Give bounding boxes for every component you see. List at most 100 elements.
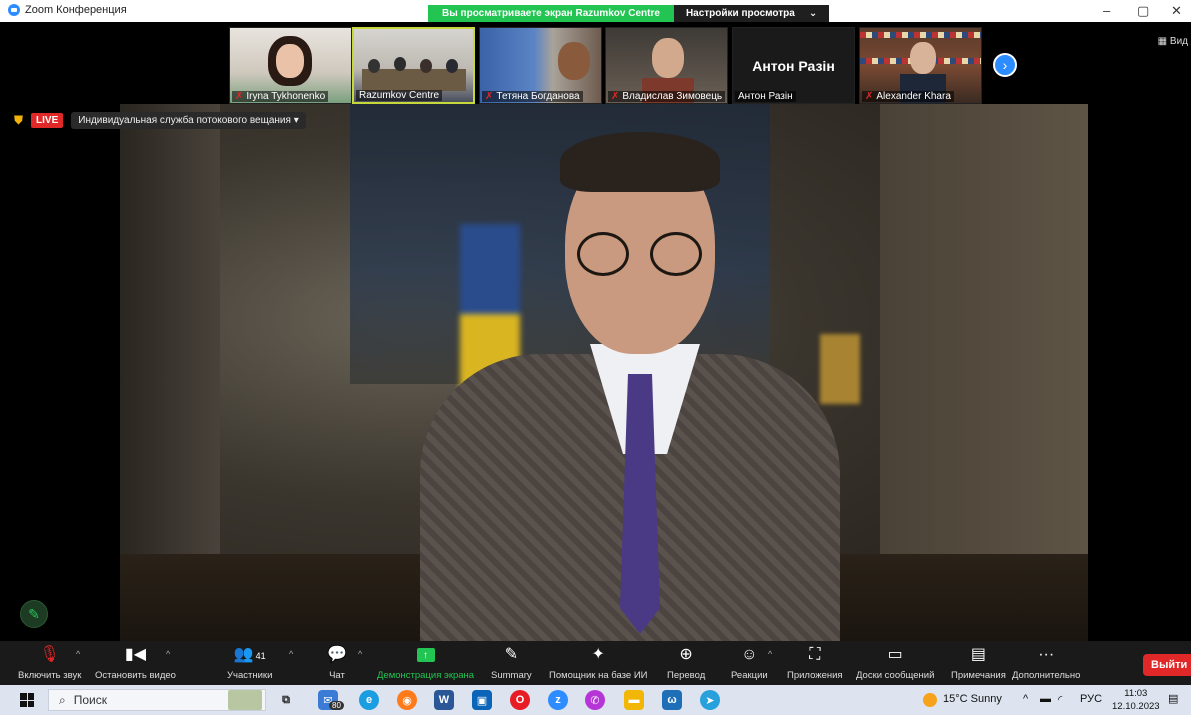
mic-muted-icon: ✗ (611, 91, 620, 102)
ai-assistant-button[interactable]: ✦ Помощник на базе ИИ (549, 645, 648, 681)
participant-face (652, 38, 684, 78)
lamp (820, 334, 860, 404)
maximize-button[interactable]: ▢ (1137, 3, 1149, 19)
share-screen-button[interactable]: ↑ Демонстрация экрана (377, 645, 474, 681)
telegram-icon[interactable]: ➤ (700, 690, 720, 710)
speaker-figure (394, 57, 406, 71)
chat-button[interactable]: 💬 Чат (327, 645, 347, 681)
participants-button[interactable]: 👥 41 Участники (227, 645, 272, 681)
zoom-logo-icon (8, 4, 20, 16)
chevron-down-icon: ⌄ (808, 8, 818, 19)
minimize-button[interactable]: – (1103, 3, 1110, 18)
mic-muted-icon: ✗ (865, 91, 874, 102)
participant-face (558, 42, 590, 80)
mic-muted-icon: ✗ (485, 91, 494, 102)
view-settings-button[interactable]: Настройки просмотра ⌄ (673, 5, 830, 23)
title-bar: Zoom Конференция Вы просматриваете экран… (0, 0, 1191, 23)
participant-tile[interactable]: ✗ Iryna Tykhonenko (229, 27, 352, 104)
participant-name-label: ✗ Iryna Tykhonenko (232, 91, 329, 102)
translation-button[interactable]: ⊕ Перевод (667, 645, 705, 681)
app-title-group: Zoom Конференция (8, 4, 127, 16)
mail-badge: 80 (329, 701, 344, 710)
store-icon[interactable]: ▣ (472, 690, 492, 710)
windows-start-icon[interactable] (20, 693, 34, 707)
annotate-pencil-button[interactable]: ✎ (20, 600, 48, 628)
word-icon[interactable]: W (434, 690, 454, 710)
speaker-figure (368, 59, 380, 73)
pencil-icon: ✎ (28, 605, 40, 622)
whiteboards-button[interactable]: ▭ Доски сообщений (856, 645, 934, 681)
battery-icon[interactable]: ▬ (1040, 693, 1051, 705)
weather-widget[interactable]: 15°C Sunny (943, 693, 1002, 705)
app-icon[interactable]: ω (662, 690, 682, 710)
globe-icon: ⊕ (679, 646, 693, 663)
live-stream-bar: ⛊ LIVE Индивидуальная служба потокового … (14, 112, 306, 129)
view-button[interactable]: ▦ Вид (1158, 36, 1188, 47)
mic-muted-icon: 🎙 (39, 646, 60, 663)
caret-down-icon: ▾ (293, 115, 299, 126)
notes-icon: ▤ (970, 646, 986, 663)
participant-name-label: ✗ Владислав Зимовець (608, 91, 726, 102)
apps-button[interactable]: ⛶ Приложения (787, 645, 843, 681)
viber-icon[interactable]: ✆ (585, 690, 605, 710)
wifi-icon[interactable]: ◜ (1058, 693, 1062, 706)
video-options-caret[interactable]: ^ (166, 649, 170, 659)
participants-options-caret[interactable]: ^ (289, 649, 293, 659)
participant-name-label: ✗ Alexander Khara (862, 91, 954, 102)
notes-button[interactable]: ▤ Примечания (951, 645, 1006, 681)
clock-time: 11:03 (1124, 688, 1148, 699)
task-view-icon[interactable]: ⧉ (276, 690, 296, 710)
more-button[interactable]: ··· Дополнительно (1012, 645, 1080, 681)
participant-name-label: Антон Разін (735, 91, 796, 102)
participant-name-label: ✗ Тетяна Богданова (482, 91, 583, 102)
close-button[interactable]: ✕ (1171, 3, 1182, 19)
taskbar-clock[interactable]: 11:03 12.10.2023 (1112, 687, 1160, 713)
stop-video-button[interactable]: ▮◀ Остановить видео (95, 645, 176, 681)
summary-button[interactable]: ✎ Summary (491, 645, 532, 681)
reactions-button[interactable]: ☺ Реакции (731, 645, 768, 681)
stream-service-dropdown[interactable]: Индивидуальная служба потокового вещания… (71, 112, 306, 129)
share-banner: Вы просматриваете экран Razumkov Centre … (428, 5, 830, 23)
chat-options-caret[interactable]: ^ (358, 649, 362, 659)
more-dots-icon: ··· (1038, 646, 1055, 663)
opera-icon[interactable]: O (510, 690, 530, 710)
participant-tile[interactable]: Антон Разін Антон Разін (732, 27, 855, 104)
mic-muted-icon: ✗ (235, 91, 244, 102)
glasses-left-lens (577, 232, 629, 276)
speaker-hair (560, 132, 720, 192)
participant-name-label: Razumkov Centre (356, 90, 443, 101)
edge-browser-icon[interactable]: e (359, 690, 379, 710)
participant-tile[interactable]: ✗ Тетяна Богданова (479, 27, 602, 104)
participant-tile[interactable]: ✗ Владислав Зимовець (605, 27, 728, 104)
share-notice: Вы просматриваете экран Razumkov Centre (428, 5, 674, 23)
glasses-right-lens (650, 232, 702, 276)
main-area: ⛊ LIVE Индивидуальная служба потокового … (0, 104, 1191, 641)
search-highlight-image[interactable] (228, 690, 262, 710)
shield-icon[interactable]: ⛊ (14, 113, 23, 128)
participant-tile[interactable]: Razumkov Centre (352, 27, 475, 104)
language-indicator[interactable]: РУС (1080, 693, 1102, 705)
next-page-button[interactable]: › (993, 53, 1017, 77)
firefox-icon[interactable]: ◉ (397, 690, 417, 710)
summary-icon: ✎ (504, 646, 519, 663)
audio-options-caret[interactable]: ^ (76, 649, 80, 659)
bookshelf (860, 32, 981, 38)
unmute-button[interactable]: 🎙 Включить звук (18, 645, 81, 681)
app-title: Zoom Конференция (25, 4, 127, 16)
zoom-taskbar-icon[interactable]: z (548, 690, 568, 710)
tray-expand-icon[interactable]: ^ (1023, 693, 1028, 705)
notifications-icon[interactable]: ▤ (1168, 692, 1178, 705)
chevron-right-icon: › (1002, 57, 1008, 73)
search-icon: ⌕ (59, 692, 66, 707)
main-video (120, 104, 1088, 641)
participant-tile[interactable]: ✗ Alexander Khara (859, 27, 982, 104)
live-badge[interactable]: LIVE (31, 113, 64, 128)
reactions-options-caret[interactable]: ^ (768, 649, 772, 659)
whiteboard-icon: ▭ (887, 646, 903, 663)
sun-icon (923, 693, 937, 707)
leave-meeting-button[interactable]: Выйти (1143, 654, 1191, 676)
video-camera-icon: ▮◀ (124, 646, 147, 663)
apps-icon: ⛶ (809, 646, 821, 663)
file-explorer-icon[interactable]: ▬ (624, 690, 644, 710)
participants-count: 41 (255, 651, 266, 661)
